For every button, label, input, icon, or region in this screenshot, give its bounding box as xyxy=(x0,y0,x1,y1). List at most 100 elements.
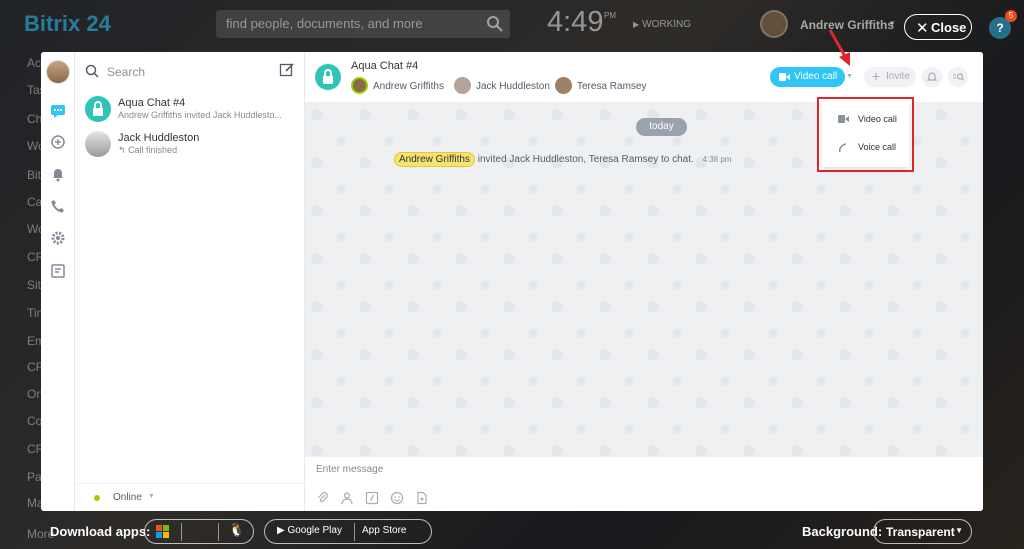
left-menu-item[interactable]: CRM xyxy=(27,250,41,264)
left-menu-item[interactable]: Tasks xyxy=(27,83,41,97)
left-menu-item[interactable]: Company xyxy=(27,414,41,428)
message-composer: Enter message xyxy=(305,456,983,511)
chat-name: Aqua Chat #4 xyxy=(118,97,186,109)
system-message: Andrew Griffiths invited Jack Huddleston… xyxy=(394,152,732,167)
date-separator: today xyxy=(636,118,687,136)
smile-icon[interactable] xyxy=(390,491,404,505)
left-menu-item[interactable]: Chat xyxy=(27,112,41,126)
list-icon[interactable] xyxy=(50,263,66,279)
divider xyxy=(354,523,355,541)
user-mention[interactable]: Andrew Griffiths xyxy=(394,152,475,167)
left-menu-item[interactable]: Workgroups xyxy=(27,139,41,153)
chat-list-item[interactable]: Jack Huddleston ↰ Call finished xyxy=(83,131,298,165)
close-icon: ✕ xyxy=(916,20,929,37)
chat-name: Jack Huddleston xyxy=(118,132,200,144)
left-menu-item[interactable]: Time xyxy=(27,306,41,320)
phone-icon[interactable] xyxy=(50,198,66,214)
notifications-toggle[interactable] xyxy=(922,67,942,87)
google-play-link[interactable]: ▶ Google Play xyxy=(277,525,342,536)
portal-search-input[interactable]: find people, documents, and more xyxy=(216,10,510,38)
reply-icon: ↰ xyxy=(118,145,129,155)
chat-header: Aqua Chat #4 Andrew Griffiths Jack Huddl… xyxy=(305,52,983,103)
file-icon[interactable] xyxy=(415,491,429,505)
phone-icon xyxy=(838,143,847,153)
open-lines-icon[interactable] xyxy=(50,134,66,150)
message-time: 4:38 pm xyxy=(702,155,732,164)
call-menu-toggle[interactable]: ▼ xyxy=(846,67,860,87)
call-type-menu: Video call Voice call xyxy=(822,102,909,167)
left-menu-item[interactable]: CRM xyxy=(27,442,41,456)
chat-avatar xyxy=(85,96,111,122)
video-call-button[interactable]: Video call xyxy=(770,67,845,87)
bell-icon xyxy=(926,72,938,81)
video-camera-icon xyxy=(779,73,790,81)
search-icon xyxy=(85,64,99,78)
chat-avatar[interactable] xyxy=(315,64,341,90)
background-select[interactable]: Transparent ▼ xyxy=(873,519,972,544)
call-menu-highlight: Video call Voice call xyxy=(817,97,914,172)
recent-chats-panel: Search Aqua Chat #4 Andrew Griffiths inv… xyxy=(75,52,305,511)
chat-member[interactable]: Teresa Ramsey xyxy=(555,77,646,95)
work-status[interactable]: WORKING xyxy=(633,19,691,30)
plus-icon: + xyxy=(872,68,881,84)
menu-item-voice-call[interactable]: Voice call xyxy=(822,134,909,160)
mobile-apps-group: ▶ Google Play App Store xyxy=(264,519,432,544)
left-menu-item[interactable]: Online xyxy=(27,387,41,401)
system-message-text: invited Jack Huddleston, Teresa Ramsey t… xyxy=(477,154,694,165)
download-apps-label: Download apps: xyxy=(50,524,151,539)
notification-badge: 5 xyxy=(1005,10,1017,22)
video-camera-icon xyxy=(838,115,849,123)
user-avatar xyxy=(85,131,111,157)
left-menu-item[interactable]: Employees xyxy=(27,334,41,348)
chat-last-message: ↰ Call finished xyxy=(118,145,178,155)
member-avatar xyxy=(351,77,368,94)
left-menu-item[interactable]: CRM xyxy=(27,360,41,374)
invite-button[interactable]: + Invite xyxy=(864,67,916,87)
user-avatar[interactable] xyxy=(760,10,788,38)
bell-icon[interactable] xyxy=(50,166,66,182)
chat-list-item[interactable]: Aqua Chat #4 Andrew Griffiths invited Ja… xyxy=(83,96,298,130)
chevron-down-icon: ▼ xyxy=(148,493,155,500)
app-store-link[interactable]: App Store xyxy=(362,525,406,536)
portal-left-menu: Activity Stream Tasks Chat Workgroups Bi… xyxy=(0,50,42,520)
background-label: Background: xyxy=(802,524,883,539)
my-avatar[interactable] xyxy=(46,60,70,84)
windows-icon[interactable] xyxy=(145,522,181,542)
clock-suffix: PM xyxy=(604,11,616,20)
online-dot xyxy=(94,495,100,501)
attach-icon[interactable] xyxy=(316,491,330,505)
chevron-down-icon[interactable]: ▾ xyxy=(890,18,895,29)
annotation-arrow-icon xyxy=(828,29,850,66)
left-menu-item[interactable]: Activity Stream xyxy=(27,56,41,70)
chat-icon[interactable] xyxy=(50,103,66,119)
left-menu-item[interactable]: Sites xyxy=(27,278,41,292)
chat-title[interactable]: Aqua Chat #4 xyxy=(351,60,418,72)
clock[interactable]: 4:49 xyxy=(547,6,603,39)
chat-member[interactable]: Andrew Griffiths xyxy=(351,77,444,95)
member-avatar xyxy=(454,77,471,94)
status-label: Online xyxy=(113,492,142,503)
portal-footer: More Download apps: 🐧 ▶ Google Play App … xyxy=(0,514,1024,549)
search-icon xyxy=(487,16,503,32)
chat-search-input[interactable]: Search xyxy=(85,62,265,82)
close-button[interactable]: ✕ Close xyxy=(904,14,972,40)
bitrix-logo[interactable]: Bitrix 24 xyxy=(24,11,111,37)
user-icon[interactable] xyxy=(340,491,354,505)
status-selector[interactable]: Online ▼ xyxy=(75,483,305,511)
chat-last-message: Andrew Griffiths invited Jack Huddlesto.… xyxy=(118,110,282,120)
gear-icon[interactable] xyxy=(50,230,66,246)
left-menu-item[interactable]: Calendar xyxy=(27,195,41,209)
left-menu-item[interactable]: Bitrix24.Drive xyxy=(27,168,41,182)
new-chat-icon[interactable] xyxy=(279,62,295,78)
left-menu-item[interactable]: Workgroups xyxy=(27,222,41,236)
chat-member[interactable]: Jack Huddleston xyxy=(454,77,550,95)
left-menu-item[interactable]: Payments xyxy=(27,470,41,484)
search-messages-button[interactable] xyxy=(948,67,968,87)
command-icon[interactable] xyxy=(365,491,379,505)
left-menu-item[interactable]: Marketplace xyxy=(27,496,41,510)
apple-icon[interactable] xyxy=(182,522,218,542)
linux-icon[interactable]: 🐧 xyxy=(219,522,255,542)
desktop-apps-group: 🐧 xyxy=(144,519,254,544)
message-input[interactable]: Enter message xyxy=(316,464,383,475)
menu-item-video-call[interactable]: Video call xyxy=(822,106,909,132)
